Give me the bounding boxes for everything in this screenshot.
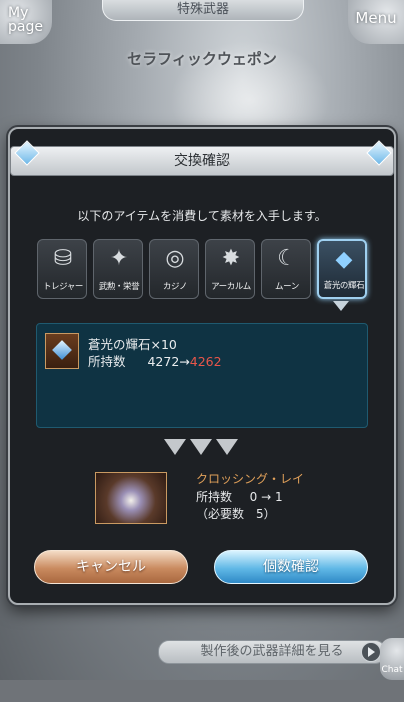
treasure-chest-icon: ⛁ [53,246,73,271]
casino-chip-icon: ◎ [165,246,185,271]
medals-icon: ✦ [109,246,129,271]
chat-button[interactable]: Chat [380,638,404,680]
count-before: 0 [249,490,258,504]
category-label: ムーン [275,282,299,292]
moon-icon: ☾ [277,246,297,271]
arcarum-star-icon: ✸ [221,246,241,271]
consume-item-count: 所持数 4272→4262 [88,351,222,370]
category-tabs: ⛁ トレジャー ✦ 武勲・栄誉 ◎ カジノ ✸ アーカルム ☾ ムーン ◆ 蒼光… [37,239,371,299]
category-tab-treasure[interactable]: ⛁ トレジャー [37,239,87,299]
mypage-button[interactable]: My page [0,0,52,44]
category-tab-medals[interactable]: ✦ 武勲・栄誉 [93,239,143,299]
crossing-ray-item-icon [95,472,167,524]
owned-label: 所持数 [196,490,233,504]
category-label: 蒼光の輝石 [323,281,365,291]
down-arrow-icon [216,439,238,455]
page-title: 特殊武器 [102,0,304,21]
page-subtitle: セラフィックウェポン [127,50,277,68]
count-after: 4262 [189,354,222,369]
category-label: アーカルム [211,282,251,292]
category-label: トレジャー [42,282,84,292]
count-before: 4272 [147,354,180,369]
category-tab-moon[interactable]: ☾ ムーン [261,239,311,299]
category-label: カジノ [162,282,188,292]
down-arrow-icon [190,439,212,455]
selected-tab-pointer-icon [333,301,349,311]
count-arrow: → [261,490,272,504]
dialog-instruction: 以下のアイテムを消費して素材を入手します。 [77,209,327,223]
result-item-count: 所持数 0 → 1 [196,488,283,505]
count-arrow: → [179,354,190,369]
quantity-confirm-button[interactable]: 個数確認 [214,550,368,584]
cancel-button[interactable]: キャンセル [34,550,188,584]
blue-gem-item-icon [45,333,79,369]
play-icon[interactable] [361,642,381,662]
exchange-arrows [164,439,240,457]
blue-gem-icon: ◆ [335,247,353,272]
consume-item-panel [36,323,368,428]
weapon-detail-button[interactable]: 製作後の武器詳細を見る [158,640,386,664]
category-tab-casino[interactable]: ◎ カジノ [149,239,199,299]
category-tab-arcarum[interactable]: ✸ アーカルム [205,239,255,299]
result-item-name: クロッシング・レイ [196,472,305,486]
down-arrow-icon [164,439,186,455]
owned-label: 所持数 [88,354,126,369]
count-after: 1 [275,490,283,504]
required-count: （必要数 5） [196,507,276,521]
category-tab-blue-gem[interactable]: ◆ 蒼光の輝石 [317,239,367,299]
menu-button[interactable]: Menu [348,0,404,44]
category-label: 武勲・栄誉 [98,282,140,292]
dialog-title: 交換確認 [10,146,394,176]
